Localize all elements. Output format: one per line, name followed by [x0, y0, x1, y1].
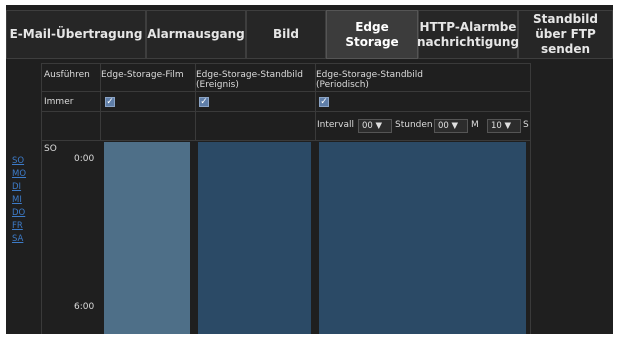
grid-line [41, 63, 42, 334]
day-link-do[interactable]: DO [12, 208, 25, 218]
tab-image[interactable]: Bild [246, 10, 326, 59]
minutes-label: M [471, 120, 479, 130]
seconds-label: S [523, 120, 529, 130]
grid-line [41, 140, 530, 141]
interval-seconds-select[interactable]: 10 ▼ [487, 119, 521, 133]
day-link-sa[interactable]: SA [12, 234, 23, 244]
grid-line [41, 63, 530, 64]
column-header-film: Edge-Storage-Film [101, 70, 184, 80]
day-link-fr[interactable]: FR [12, 221, 23, 231]
interval-minutes-select[interactable]: 00 ▼ [434, 119, 468, 133]
tab-bar: E-Mail-Übertragung Alarmausgang Bild Edg… [6, 10, 613, 59]
column-header-execute: Ausführen [44, 70, 90, 80]
time-label-start: 0:00 [74, 154, 95, 164]
row-label-always: Immer [44, 97, 74, 107]
tab-alarm-output[interactable]: Alarmausgang [146, 10, 246, 59]
film-always-checkbox[interactable]: ✓ [105, 97, 115, 107]
still-event-schedule-bar[interactable] [198, 142, 311, 334]
day-link-so[interactable]: SO [12, 156, 24, 166]
still-periodic-schedule-bar[interactable] [319, 142, 526, 334]
hours-label: Stunden [395, 120, 433, 130]
column-header-still-periodic: Edge-Storage-Standbild (Periodisch) [316, 70, 423, 90]
day-link-mo[interactable]: MO [12, 169, 26, 179]
still-event-always-checkbox[interactable]: ✓ [199, 97, 209, 107]
film-schedule-bar[interactable] [104, 142, 190, 334]
still-periodic-always-checkbox[interactable]: ✓ [319, 97, 329, 107]
interval-hours-select[interactable]: 00 ▼ [358, 119, 392, 133]
grid-line [41, 111, 530, 112]
edge-storage-settings-panel: E-Mail-Übertragung Alarmausgang Bild Edg… [6, 5, 613, 334]
tab-edge-storage[interactable]: Edge Storage [326, 10, 418, 59]
column-header-still-event: Edge-Storage-Standbild (Ereignis) [196, 70, 303, 90]
time-label-six: 6:00 [74, 302, 95, 312]
schedule-table: Ausführen Edge-Storage-Film Edge-Storage… [6, 63, 613, 334]
day-link-mi[interactable]: MI [12, 195, 22, 205]
current-day-label: SO [44, 144, 57, 154]
tab-http-alarm-notification[interactable]: HTTP-Alarmbe nachrichtigung [417, 10, 519, 59]
grid-line [41, 91, 530, 92]
grid-line [530, 63, 531, 334]
day-link-di[interactable]: DI [12, 182, 21, 192]
tab-ftp-still-image[interactable]: Standbild über FTP senden [518, 10, 613, 59]
interval-label: Intervall [317, 120, 354, 130]
tab-email-transfer[interactable]: E-Mail-Übertragung [6, 10, 146, 59]
